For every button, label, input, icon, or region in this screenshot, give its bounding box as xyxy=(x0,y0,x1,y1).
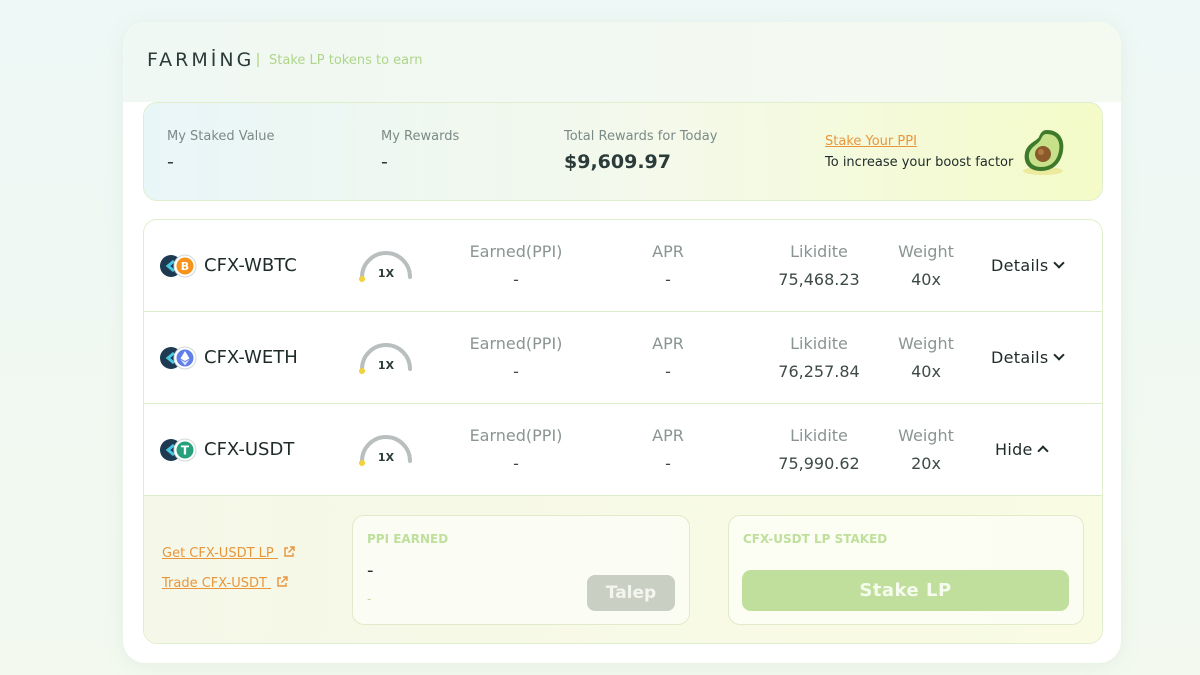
avocado-icon xyxy=(1023,130,1064,175)
total-rewards-label: Total Rewards for Today xyxy=(564,129,718,144)
weight-label: Weight xyxy=(898,334,954,353)
trade-link[interactable]: Trade CFX-USDT xyxy=(162,576,288,591)
pool-row-wbtc: B CFX-WBTC 1X Earned(PPI) - APR - Likidi… xyxy=(144,220,1102,312)
lp-staked-card: CFX-USDT LP STAKED Stake LP xyxy=(728,515,1084,625)
staked-value-label: My Staked Value xyxy=(167,129,275,144)
earned-value: - xyxy=(513,454,519,473)
external-link-icon xyxy=(284,546,295,557)
weight-label: Weight xyxy=(898,242,954,261)
pool-pair-name: CFX-WBTC xyxy=(204,255,297,276)
liquidity-value: 76,257.84 xyxy=(778,362,860,381)
ppi-earned-usd: - xyxy=(367,592,372,606)
cfx-usdt-pair-icon: T xyxy=(160,438,197,462)
svg-text:T: T xyxy=(181,444,190,458)
external-link-icon xyxy=(277,576,288,587)
earned-label: Earned(PPI) xyxy=(469,334,563,353)
total-rewards-value: $9,609.97 xyxy=(564,151,671,173)
rewards-value: - xyxy=(381,151,388,173)
claim-button[interactable]: Talep xyxy=(587,575,675,611)
ppi-earned-value: - xyxy=(367,560,374,581)
earned-value: - xyxy=(513,270,519,289)
farming-card: FARMİNG Stake LP tokens to earn My Stake… xyxy=(123,22,1121,663)
apr-label: APR xyxy=(652,426,684,445)
boost-factor-text: To increase your boost factor xyxy=(825,155,1014,170)
liquidity-value: 75,468.23 xyxy=(778,270,860,289)
boost-multiplier: 1X xyxy=(378,267,395,280)
weight-value: 40x xyxy=(911,362,941,381)
weight-value: 40x xyxy=(911,270,941,289)
details-button[interactable]: Details xyxy=(991,256,1065,275)
chevron-down-icon xyxy=(1052,349,1065,361)
boost-gauge: 1X xyxy=(359,251,412,282)
lp-staked-label: CFX-USDT LP STAKED xyxy=(743,532,888,546)
weight-label: Weight xyxy=(898,426,954,445)
pool-pair-name: CFX-USDT xyxy=(204,439,295,460)
hide-button[interactable]: Hide xyxy=(995,440,1049,459)
pool-pair-name: CFX-WETH xyxy=(204,347,298,368)
apr-label: APR xyxy=(652,334,684,353)
boost-gauge: 1X xyxy=(359,435,412,466)
ppi-earned-label: PPI EARNED xyxy=(367,532,449,546)
get-lp-link-label: Get CFX-USDT LP xyxy=(162,546,274,561)
details-label: Details xyxy=(991,348,1049,367)
stake-lp-button[interactable]: Stake LP xyxy=(742,570,1069,611)
apr-label: APR xyxy=(652,242,684,261)
svg-text:B: B xyxy=(181,260,189,273)
apr-value: - xyxy=(665,454,671,473)
cfx-weth-pair-icon xyxy=(160,346,197,370)
stake-ppi-link[interactable]: Stake Your PPI xyxy=(825,134,917,149)
title-divider xyxy=(257,53,259,67)
pools-table: B CFX-WBTC 1X Earned(PPI) - APR - Likidi… xyxy=(143,219,1103,644)
liquidity-label: Likidite xyxy=(790,426,848,445)
summary-panel: My Staked Value - My Rewards - Total Rew… xyxy=(143,102,1103,201)
earned-label: Earned(PPI) xyxy=(469,426,563,445)
pool-row-weth: CFX-WETH 1X Earned(PPI) - APR - Likidite… xyxy=(144,312,1102,404)
liquidity-label: Likidite xyxy=(790,334,848,353)
page-title: FARMİNG xyxy=(147,49,255,71)
boost-gauge: 1X xyxy=(359,343,412,374)
pool-expanded-panel: Get CFX-USDT LP Trade CFX-USDT PPI EARNE… xyxy=(144,496,1102,643)
rewards-label: My Rewards xyxy=(381,129,460,144)
earned-label: Earned(PPI) xyxy=(469,242,563,261)
earned-value: - xyxy=(513,362,519,381)
page-subtitle: Stake LP tokens to earn xyxy=(269,53,423,68)
apr-value: - xyxy=(665,362,671,381)
staked-value: - xyxy=(167,151,174,173)
liquidity-value: 75,990.62 xyxy=(778,454,860,473)
boost-multiplier: 1X xyxy=(378,359,395,372)
chevron-up-icon xyxy=(1037,445,1049,457)
ppi-earned-card: PPI EARNED - - Talep xyxy=(352,515,690,625)
card-header: FARMİNG Stake LP tokens to earn xyxy=(123,22,1121,102)
details-label: Details xyxy=(991,256,1049,275)
chevron-down-icon xyxy=(1052,257,1065,269)
get-lp-link[interactable]: Get CFX-USDT LP xyxy=(162,546,295,561)
weight-value: 20x xyxy=(911,454,941,473)
liquidity-label: Likidite xyxy=(790,242,848,261)
hide-label: Hide xyxy=(995,440,1033,459)
pool-row-usdt: T CFX-USDT 1X Earned(PPI) - APR - Likidi… xyxy=(144,404,1102,496)
trade-link-label: Trade CFX-USDT xyxy=(162,576,267,591)
boost-multiplier: 1X xyxy=(378,451,395,464)
apr-value: - xyxy=(665,270,671,289)
cfx-wbtc-pair-icon: B xyxy=(160,254,197,278)
details-button[interactable]: Details xyxy=(991,348,1065,367)
